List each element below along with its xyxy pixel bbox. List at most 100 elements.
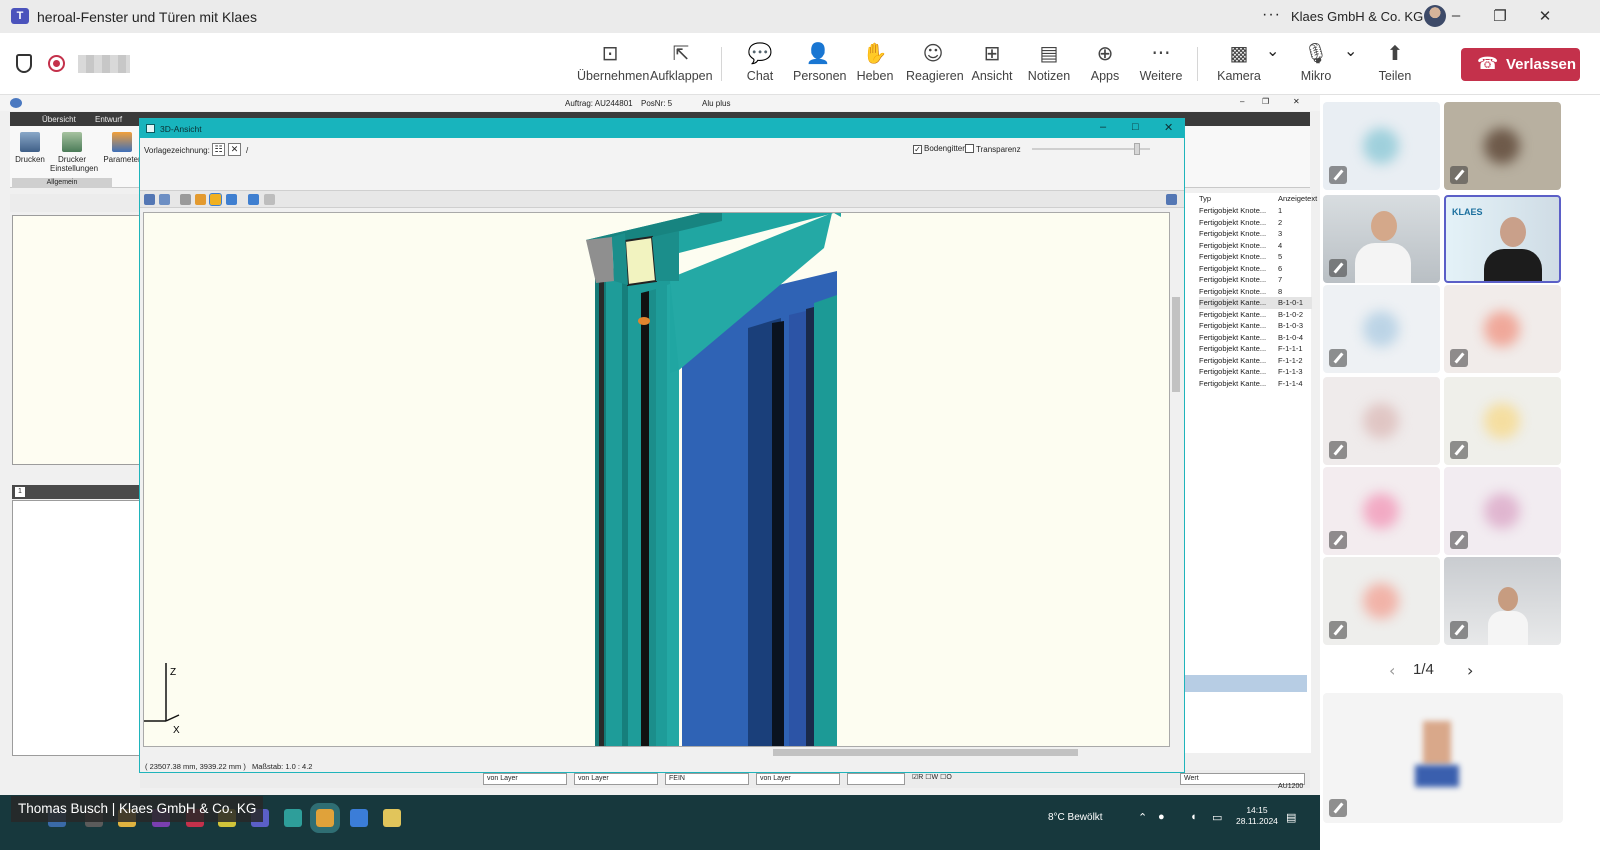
mic-button[interactable]: 🎙 Mikro [1296,41,1336,91]
speaker-icon[interactable]: ◖ [1190,811,1197,823]
list-item[interactable]: Fertigobjekt Knote... 3 [1199,228,1312,240]
participant-tile[interactable] [1323,467,1440,555]
profile-avatar[interactable] [1424,5,1446,27]
self-view-tile[interactable] [1323,693,1563,823]
weather-widget[interactable]: 8°C Bewölkt [1048,812,1103,823]
camera-button[interactable]: ▩ Kamera [1216,41,1262,91]
tab-entwurf[interactable]: Entwurf [95,115,122,124]
shield-icon[interactable] [16,54,32,73]
zoom-icon[interactable] [159,194,170,205]
layer-dropdown-3[interactable]: von Layer [756,773,840,785]
participant-tile[interactable] [1323,557,1440,645]
scroll-thumb[interactable] [773,749,1078,756]
cad-minimize-icon[interactable]: – [1240,97,1244,106]
view-button[interactable]: ⊞ Ansicht [970,41,1014,91]
tray-chevron-icon[interactable]: ⌃ [1138,811,1147,824]
camera-options-chevron-icon[interactable]: ⌄ [1266,41,1279,91]
mic-options-chevron-icon[interactable]: ⌄ [1344,41,1357,91]
cad-restore-icon[interactable]: ❐ [1262,97,1269,106]
app-icon[interactable] [350,809,368,827]
previous-page-icon[interactable]: ‹ [1389,661,1395,680]
next-page-icon[interactable]: › [1467,661,1473,680]
list-item[interactable]: Fertigobjekt Kante... F-1-1-1 [1199,343,1312,355]
restore-icon[interactable]: ❐ [1490,7,1510,25]
participant-tile[interactable] [1444,102,1561,190]
participant-tile[interactable] [1323,195,1440,283]
column-header-typ[interactable]: Typ [1199,194,1211,203]
column-header-anzeigetext[interactable]: Anzeigetext [1278,193,1317,205]
apps-button[interactable]: ⊕ Apps [1088,41,1122,91]
participant-tile[interactable] [1323,377,1440,465]
list-item[interactable]: Fertigobjekt Knote... 2 [1199,217,1312,229]
participant-tile[interactable] [1323,285,1440,373]
viewport-horizontal-scrollbar[interactable] [143,747,1170,758]
printer-settings-button[interactable]: Drucker Einstellungen [50,132,98,173]
share-button[interactable]: ⬆ Teilen [1375,41,1415,91]
react-button[interactable]: ☺ Reagieren [906,41,964,91]
line-style-dropdown[interactable]: FEIN [665,773,749,785]
list-item[interactable]: Fertigobjekt Knote... 1 [1199,205,1312,217]
list-item[interactable]: Fertigobjekt Knote... 7 [1199,274,1312,286]
people-button[interactable]: 👤 Personen [793,41,847,91]
more-button[interactable]: ··· Weitere [1138,41,1184,91]
list-item[interactable]: Fertigobjekt Knote... 8 [1199,286,1312,298]
view3d-minimize-icon[interactable]: – [1100,121,1106,133]
mic-tray-icon[interactable]: ● [1158,811,1165,823]
pop-out-button[interactable]: ⇱ Aufklappen [650,41,713,91]
leave-button[interactable]: ☎ Verlassen [1461,48,1580,81]
participant-tile[interactable] [1444,377,1561,465]
notifications-icon[interactable]: ▤ [1286,811,1296,824]
clock[interactable]: 14:15 28.11.2024 [1236,805,1278,827]
raise-hand-button[interactable]: ✋ Heben [856,41,894,91]
bodengitter-checkbox[interactable]: ✓ Bodengitter [913,144,965,154]
list-item[interactable]: Fertigobjekt Kante... B-1-0-1 [1199,297,1312,309]
forward-arrow-icon[interactable] [264,194,275,205]
klaes-app-icon[interactable] [310,803,340,833]
cad-close-icon[interactable]: ✕ [1293,97,1300,106]
participant-tile[interactable] [1444,557,1561,645]
chat-button[interactable]: 💬 Chat [740,41,780,91]
list-item[interactable]: Fertigobjekt Kante... B-1-0-2 [1199,309,1312,321]
transparenz-checkbox[interactable]: Transparenz [965,144,1021,154]
vorlage-select-button[interactable]: ☷ [212,143,225,156]
cad-drawing-pane[interactable] [12,215,140,465]
transparency-slider[interactable] [1032,143,1150,155]
fit-view-icon[interactable] [144,194,155,205]
view3d-viewport[interactable]: Z X [143,212,1170,747]
minimize-icon[interactable]: – [1446,7,1466,24]
pan-icon[interactable] [226,194,237,205]
viewport-vertical-scrollbar[interactable] [1170,212,1182,747]
notes-button[interactable]: ▤ Notizen [1026,41,1072,91]
participant-tile-active[interactable]: KLAES [1444,195,1561,283]
participant-tile[interactable] [1444,285,1561,373]
empty-dropdown[interactable] [847,773,905,785]
list-item[interactable]: Fertigobjekt Knote... 6 [1199,263,1312,275]
list-item[interactable]: Fertigobjekt Kante... B-1-0-3 [1199,320,1312,332]
network-icon[interactable]: ▭ [1212,811,1222,824]
back-arrow-icon[interactable] [248,194,259,205]
more-options-icon[interactable]: ··· [1262,6,1281,24]
list-item[interactable]: Fertigobjekt Kante... F-1-1-2 [1199,355,1312,367]
rotate-icon[interactable] [195,194,206,205]
participant-tile[interactable] [1323,102,1440,190]
view3d-close-icon[interactable]: ✕ [1164,121,1173,134]
tab-uebersicht[interactable]: Übersicht [42,115,76,124]
pane-tab-number[interactable]: 1 [15,487,25,497]
cad-preview-pane[interactable] [12,500,140,756]
orbit-icon[interactable] [209,193,222,206]
list-item[interactable]: Fertigobjekt Kante... F-1-1-4 [1199,378,1312,390]
select-icon[interactable] [180,194,191,205]
layer-dropdown-1[interactable]: von Layer [483,773,567,785]
cad-app-icon[interactable] [10,98,22,108]
scroll-thumb[interactable] [1172,297,1180,392]
participant-tile[interactable] [1444,467,1561,555]
list-item[interactable]: Fertigobjekt Knote... 5 [1199,251,1312,263]
view3d-maximize-icon[interactable]: □ [1132,121,1139,133]
flag-checkboxes[interactable]: ☑R ☐W ☐O [912,773,952,781]
refresh-icon[interactable] [1166,194,1177,205]
app-icon[interactable] [383,809,401,827]
slider-thumb[interactable] [1134,143,1140,155]
list-item[interactable]: Fertigobjekt Kante... F-1-1-3 [1199,366,1312,378]
print-button[interactable]: Drucken [10,132,50,164]
layer-dropdown-2[interactable]: von Layer [574,773,658,785]
